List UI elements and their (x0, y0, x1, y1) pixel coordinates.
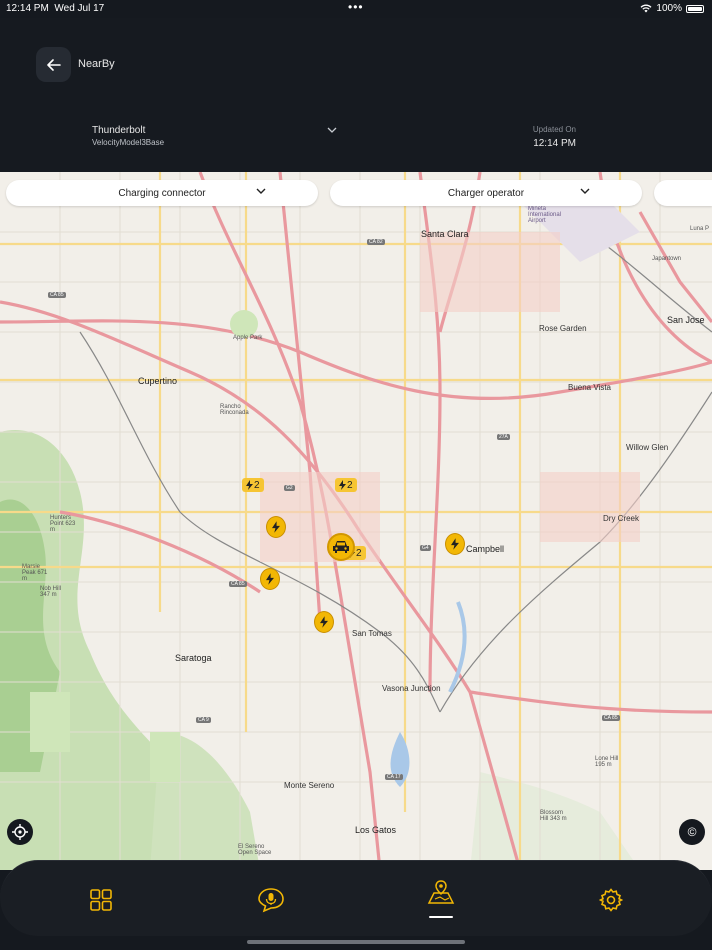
map-label-monte-sereno: Monte Sereno (284, 781, 335, 790)
charger-pin[interactable] (260, 568, 280, 590)
filter-charger-operator-label: Charger operator (447, 187, 525, 199)
charger-pin[interactable] (314, 611, 334, 633)
map-label-el-sereno: El Sereno Open Space (238, 844, 272, 856)
map-label-lone-hill: Lone Hill 195 m (595, 756, 619, 768)
updated-label: Updated On (532, 125, 576, 134)
car-icon (333, 541, 349, 553)
map-label-vasona-junction: Vasona Junction (382, 684, 441, 693)
chevron-down-icon[interactable] (327, 126, 337, 134)
lightning-icon (246, 480, 253, 490)
bottom-tab-bar (0, 860, 712, 936)
multitask-dots[interactable]: ••• (348, 0, 364, 14)
map-label-airport: Mineta International Airport (528, 206, 562, 224)
map-pin-icon (427, 880, 455, 904)
updated-time: 12:14 PM (533, 138, 576, 149)
highway-27a: 27A (497, 434, 510, 440)
charger-cluster-north[interactable]: 2 (335, 478, 357, 492)
charger-pin[interactable] (266, 516, 286, 538)
filter-more[interactable] (654, 180, 712, 206)
app-screen: 12:14 PM Wed Jul 17 ••• 100% NearBy Thun… (0, 0, 712, 950)
vehicle-selector[interactable]: Thunderbolt VelocityModel3Base (92, 125, 164, 147)
map-label-campbell: Campbell (466, 544, 505, 554)
highway-g2: G2 (284, 485, 295, 491)
map-label-hunters-point: Hunters Point 623 m (50, 515, 76, 533)
map-label-san-jose: San Jose (667, 315, 705, 325)
vehicle-name: Thunderbolt (92, 125, 146, 136)
chevron-down-icon (580, 188, 590, 194)
back-button[interactable] (36, 47, 71, 82)
map-label-blossom-hill: Blossom Hill 343 m (540, 810, 567, 822)
tab-dashboard[interactable] (84, 883, 118, 917)
map-label-nob-hill: Nob Hill 347 m (40, 586, 62, 598)
battery-percent: 100% (656, 3, 682, 14)
status-right: 100% (640, 3, 704, 14)
lightning-icon (320, 616, 328, 628)
map-label-san-tomas: San Tomas (352, 629, 392, 638)
map-label-willow-glen: Willow Glen (626, 443, 669, 452)
locate-me-button[interactable] (7, 819, 33, 845)
lightning-icon (266, 573, 274, 585)
charger-cluster-west[interactable]: 2 (242, 478, 264, 492)
vehicle-model: VelocityModel3Base (92, 138, 165, 147)
highway-ca82: CA 82 (367, 239, 385, 245)
map-label-apple-park: Apple Park (233, 335, 263, 341)
map-label-japantown: Japantown (652, 256, 682, 262)
filter-charger-operator[interactable]: Charger operator (330, 180, 642, 206)
tab-settings[interactable] (594, 883, 628, 917)
chevron-down-icon (256, 188, 266, 194)
highway-g4: G4 (420, 545, 431, 551)
lightning-icon (451, 538, 459, 550)
battery-icon (686, 4, 704, 13)
highway-ca9: CA 9 (196, 717, 211, 723)
charger-pin[interactable] (445, 533, 465, 555)
filter-bar: Charging connector Charger operator (6, 180, 712, 206)
last-updated: Updated On 12:14 PM (533, 125, 576, 149)
filter-charging-connector-label: Charging connector (118, 187, 206, 199)
map-label-dry-creek: Dry Creek (603, 514, 640, 523)
crosshair-icon (12, 824, 28, 840)
status-time: 12:14 PM Wed Jul 17 (6, 3, 105, 14)
tab-map-nearby[interactable] (424, 875, 458, 909)
map-label-buena-vista: Buena Vista (568, 383, 611, 392)
lightning-icon (272, 521, 280, 533)
map-label-cupertino: Cupertino (138, 376, 178, 386)
header: NearBy Thunderbolt VelocityModel3Base Up… (0, 18, 712, 172)
map-label-rose-garden: Rose Garden (539, 324, 587, 333)
wifi-icon (640, 4, 652, 13)
highway-ca85-se: CA 85 (602, 715, 620, 721)
status-bar: 12:14 PM Wed Jul 17 ••• 100% (0, 0, 712, 18)
gear-icon (599, 888, 623, 912)
home-indicator (247, 940, 465, 944)
highway-ca85-nw: CA 85 (48, 292, 66, 298)
map-label-luna-park: Luna P (690, 226, 710, 232)
arrow-left-icon (46, 58, 61, 71)
active-tab-indicator (429, 916, 453, 918)
map-label-santa-clara: Santa Clara (421, 229, 469, 239)
highway-ca85-mid: CA 85 (229, 581, 247, 587)
map-view[interactable]: Santa Clara Cupertino Campbell San Tomas… (0, 172, 712, 870)
highway-ca17: CA 17 (385, 774, 403, 780)
grid-icon (90, 889, 112, 911)
tab-voice-assistant[interactable] (254, 883, 288, 917)
lightning-icon (339, 480, 346, 490)
page-title: NearBy (78, 58, 115, 70)
microphone-chat-icon (258, 888, 284, 913)
filter-charging-connector[interactable]: Charging connector (6, 180, 318, 206)
map-label-saratoga: Saratoga (175, 653, 212, 663)
vehicle-location-pin[interactable] (327, 533, 355, 561)
attribution-button[interactable]: © (679, 819, 705, 845)
map-label-los-gatos: Los Gatos (355, 825, 397, 835)
map-label-rancho-rinconada: Rancho Rinconada (220, 404, 249, 416)
map-label-marsie-peak: Marsie Peak 671 m (22, 564, 48, 582)
